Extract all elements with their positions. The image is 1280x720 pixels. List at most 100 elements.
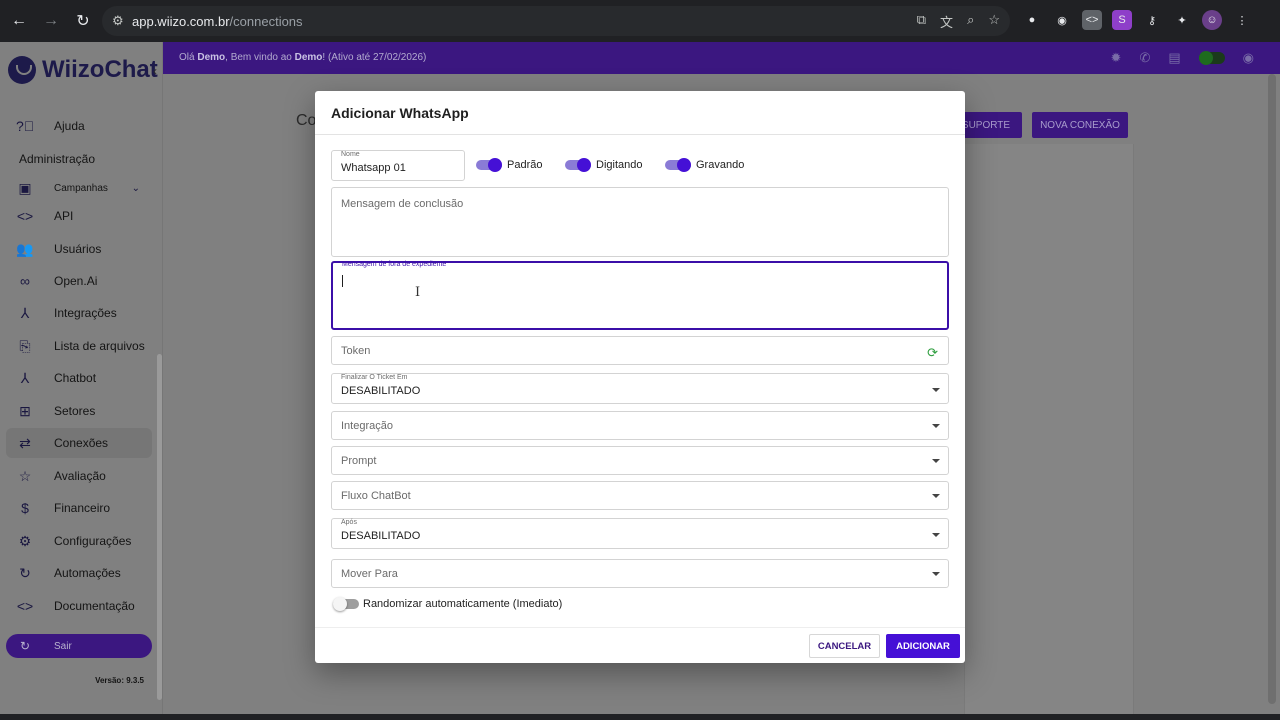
prompt-select[interactable]: Prompt [331, 446, 949, 475]
sidebar-item-chatbot[interactable]: ⅄ Chatbot [6, 363, 152, 393]
sidebar-item-label: Conexões [54, 436, 109, 450]
name-field-label: Nome [341, 151, 360, 158]
topbar-actions: ✹ ✆ ▤ ◉ [1111, 50, 1254, 66]
account-icon[interactable]: ◉ [1243, 50, 1254, 66]
toggle-thumb [577, 158, 591, 172]
add-button[interactable]: ADICIONAR [886, 634, 960, 658]
chevron-down-icon: ⌄ [131, 182, 140, 194]
name-field[interactable]: Nome Whatsapp 01 [331, 150, 465, 181]
collapse-sidebar-icon[interactable]: ‹ [153, 64, 157, 78]
chatbot-icon: ⅄ [20, 369, 30, 386]
sidebar-item-label: Avaliação [54, 469, 106, 483]
swap-icon: ⇄ [19, 434, 31, 451]
sidebar-item-campanhas[interactable]: ▣ Campanhas ⌄ [6, 173, 152, 203]
forward-arrow-icon[interactable]: → [38, 8, 64, 34]
star-icon: ☆ [18, 467, 32, 484]
sidebar-scrollbar[interactable] [157, 354, 162, 700]
code-icon: <> [16, 598, 34, 614]
translate-icon[interactable]: 文 [940, 12, 953, 31]
users-icon: 👥 [16, 240, 34, 257]
status-toggle[interactable] [1198, 51, 1225, 65]
back-arrow-icon[interactable]: ← [6, 8, 32, 34]
sidebar-item-label: Usuários [54, 242, 102, 256]
token-field[interactable]: Token ⟳ [331, 336, 949, 365]
zoom-icon[interactable]: ⌕ [967, 12, 974, 31]
install-app-icon[interactable]: ⧉ [917, 12, 926, 31]
move-to-select[interactable]: Mover Para [331, 559, 949, 588]
dialog-divider [315, 134, 965, 135]
sidebar-item-configuracoes[interactable]: ⚙ Configurações [6, 526, 152, 556]
sidebar-item-label: Financeiro [54, 501, 111, 515]
sidebar-item-usuarios[interactable]: 👥 Usuários [6, 234, 152, 264]
add-whatsapp-dialog: Adicionar WhatsApp Nome Whatsapp 01 Padr… [315, 91, 965, 663]
sidebar-item-api[interactable]: <> API [6, 201, 152, 231]
logo: WiizoChat [8, 54, 158, 86]
sidebar-item-integracoes[interactable]: ⅄ Integrações [6, 298, 152, 328]
sidebar-item-ajuda[interactable]: ?⃝ Ajuda [6, 111, 152, 141]
chatbot-flow-select[interactable]: Fluxo ChatBot [331, 481, 949, 510]
after-label: Após [341, 519, 357, 526]
theme-icon[interactable]: ✹ [1111, 50, 1122, 66]
sidebar-item-openai[interactable]: ∞ Open.Ai [6, 266, 152, 296]
extension-puzzle-icon[interactable]: ● [1022, 10, 1042, 30]
page-scrollbar[interactable] [1268, 74, 1276, 704]
integration-select[interactable]: Integração [331, 411, 949, 440]
site-settings-icon[interactable]: ⚙ [112, 13, 132, 29]
extensions-icon[interactable]: ✦ [1172, 10, 1192, 30]
out-of-hours-message-field[interactable]: Mensagem de fora de expediente I [331, 261, 949, 330]
new-connection-button[interactable]: NOVA CONEXÃO [1032, 112, 1128, 138]
out-of-hours-label: Mensagem de fora de expediente [342, 261, 447, 268]
section-title-administracao: Administração [19, 152, 96, 166]
toggle-gravando[interactable] [665, 158, 693, 172]
address-bar[interactable]: ⚙ app.wiizo.com.br/connections ⧉ 文 ⌕ ☆ [102, 6, 1010, 36]
whatsapp-icon[interactable]: ✆ [1139, 50, 1150, 66]
finalize-ticket-select[interactable]: Finalizar O Ticket Em DESABILITADO [331, 373, 949, 404]
toggle-padrao[interactable] [476, 158, 504, 172]
paperclip-icon: ⎘ [19, 337, 31, 354]
sidebar-item-lista-de-arquivos[interactable]: ⎘ Lista de arquivos [6, 331, 152, 361]
greeting-company: Demo [294, 52, 323, 63]
s-extension-icon[interactable]: S [1112, 10, 1132, 30]
money-icon: $ [21, 500, 29, 516]
toggle-digitando[interactable] [565, 158, 593, 172]
browser-menu-icon[interactable]: ⋮ [1232, 10, 1252, 30]
greeting-user: Demo [197, 52, 226, 63]
logout-button[interactable]: ↻ Sair [6, 634, 152, 658]
sidebar-item-setores[interactable]: ⊞ Setores [6, 396, 152, 426]
refresh-token-icon[interactable]: ⟳ [927, 345, 938, 361]
text-cursor-icon: I [415, 285, 421, 300]
after-select[interactable]: Após DESABILITADO [331, 518, 949, 549]
browser-toolbar: ← → ↻ ⚙ app.wiizo.com.br/connections ⧉ 文… [0, 0, 1280, 42]
toggle-padrao-label: Padrão [507, 159, 543, 171]
sidebar-item-avaliacao[interactable]: ☆ Avaliação [6, 461, 152, 491]
bookmark-star-icon[interactable]: ☆ [988, 12, 1000, 31]
camera-extension-icon[interactable]: ◉ [1052, 10, 1072, 30]
sidebar-item-label: Integrações [54, 306, 117, 320]
reload-icon[interactable]: ↻ [70, 8, 96, 34]
profile-avatar[interactable]: ☺ [1202, 10, 1222, 30]
chat-icon[interactable]: ▤ [1168, 50, 1180, 66]
cancel-button[interactable]: CANCELAR [809, 634, 880, 658]
sidebar-item-label: API [54, 209, 74, 223]
logout-label: Sair [54, 640, 72, 652]
refresh-icon: ↻ [19, 564, 31, 581]
token-placeholder: Token [341, 345, 371, 357]
text-caret [342, 275, 343, 287]
sidebar-item-automacoes[interactable]: ↻ Automações [6, 558, 152, 588]
move-to-placeholder: Mover Para [341, 568, 398, 580]
content-panel [964, 144, 1134, 714]
chevron-down-icon [932, 572, 940, 576]
chevron-down-icon [932, 388, 940, 392]
sidebar-item-financeiro[interactable]: $ Financeiro [6, 493, 152, 523]
randomize-toggle[interactable] [333, 597, 361, 611]
key-extension-icon[interactable]: ⚷ [1142, 10, 1162, 30]
completion-message-field[interactable]: Mensagem de conclusão [331, 187, 949, 257]
finalize-ticket-label: Finalizar O Ticket Em [341, 374, 408, 381]
sidebar-item-conexoes[interactable]: ⇄ Conexões [6, 428, 152, 458]
toggle-thumb [677, 158, 691, 172]
sidebar-item-documentacao[interactable]: <> Documentação [6, 591, 152, 621]
devtools-extension-icon[interactable]: <> [1082, 10, 1102, 30]
greeting-prefix: Olá [179, 52, 198, 63]
gear-icon: ⚙ [18, 532, 32, 549]
name-field-value: Whatsapp 01 [341, 162, 406, 174]
